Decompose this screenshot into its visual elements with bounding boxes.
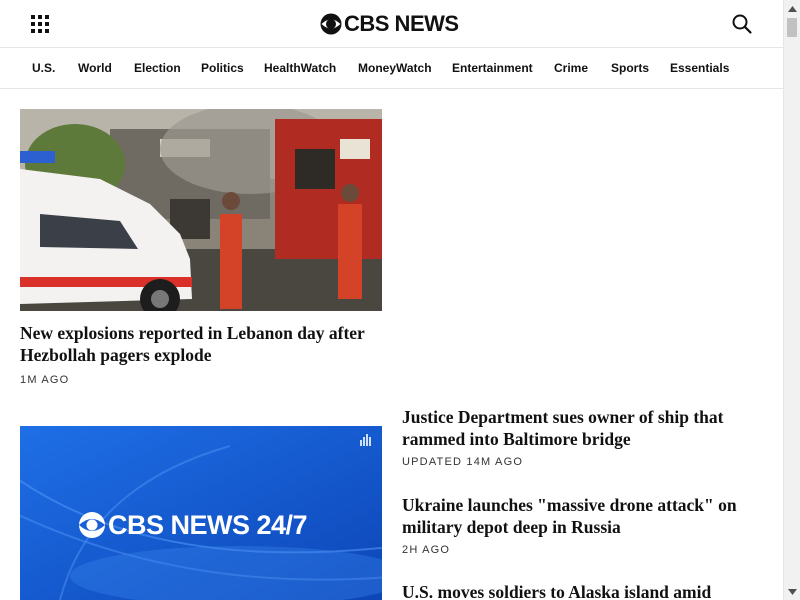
scroll-thumb[interactable] [787,18,797,37]
search-icon[interactable] [731,13,753,35]
side-story-2-headline[interactable]: Ukraine launches "massive drone attack" … [402,494,762,538]
scroll-up-arrow-icon[interactable] [784,0,800,17]
vertical-scrollbar[interactable] [783,0,800,600]
side-story-2-time: 2H AGO [402,544,451,556]
side-story-1-headline[interactable]: Justice Department sues owner of ship th… [402,406,762,450]
logo-text: CBS NEWS [344,11,459,36]
cbs-eye-icon [320,13,342,35]
section-nav: U.S. World Election Politics HealthWatch… [0,48,783,89]
nav-item-election[interactable]: Election [134,61,181,75]
nav-item-moneywatch[interactable]: MoneyWatch [358,61,432,75]
side-story-3-headline[interactable]: U.S. moves soldiers to Alaska island ami… [402,581,762,600]
nav-item-essentials[interactable]: Essentials [670,61,729,75]
cbs-news-logo[interactable]: CBS NEWS [320,11,459,36]
site-header: CBS NEWS [0,0,783,48]
stream-logo-text: CBS NEWS 24/7 [108,510,308,540]
nav-item-entertainment[interactable]: Entertainment [452,61,533,75]
lebanon-story-image[interactable] [20,109,382,311]
main-story-headline[interactable]: New explosions reported in Lebanon day a… [20,322,370,366]
nav-item-crime[interactable]: Crime [554,61,588,75]
nav-item-us[interactable]: U.S. [32,61,55,75]
cbs-news-247-stream[interactable]: CBS NEWS 24/7 [20,426,382,600]
grid-menu-icon[interactable] [31,15,49,33]
side-story-1-time: UPDATED 14M AGO [402,456,524,468]
nav-item-sports[interactable]: Sports [611,61,649,75]
nav-item-politics[interactable]: Politics [201,61,244,75]
scroll-down-arrow-icon[interactable] [784,583,800,600]
nav-item-healthwatch[interactable]: HealthWatch [264,61,336,75]
main-story-time: 1M AGO [20,374,70,386]
nav-item-world[interactable]: World [78,61,112,75]
